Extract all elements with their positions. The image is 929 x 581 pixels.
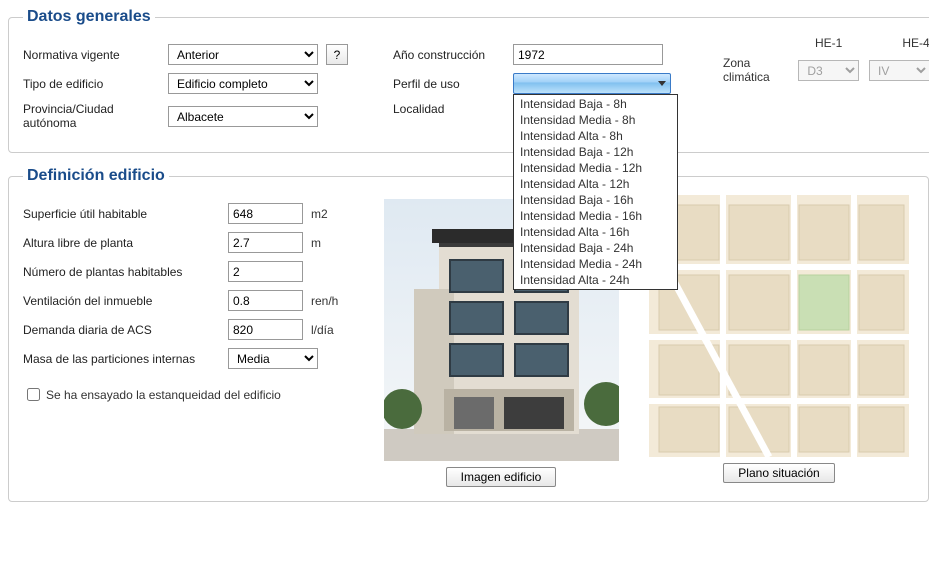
masa-select[interactable]: Media <box>228 348 318 369</box>
definicion-edificio-legend: Definición edificio <box>23 167 169 185</box>
plantas-input[interactable] <box>228 261 303 282</box>
definicion-edificio-panel: Definición edificio Superficie útil habi… <box>8 167 929 502</box>
acs-input[interactable] <box>228 319 303 340</box>
perfil-select-head[interactable] <box>513 73 671 94</box>
tipo-edificio-label: Tipo de edificio <box>23 77 168 91</box>
provincia-select[interactable]: Albacete <box>168 106 318 127</box>
perfil-option[interactable]: Intensidad Media - 12h <box>514 160 677 176</box>
perfil-option[interactable]: Intensidad Alta - 24h <box>514 272 677 288</box>
ventilacion-label: Ventilación del inmueble <box>23 294 228 308</box>
situation-map <box>649 195 909 457</box>
he1-header: HE-1 <box>815 36 842 50</box>
estanqueidad-label: Se ha ensayado la estanqueidad del edifi… <box>46 388 281 402</box>
perfil-option[interactable]: Intensidad Baja - 12h <box>514 144 677 160</box>
altura-unit: m <box>311 236 321 250</box>
perfil-select[interactable]: Intensidad Baja - 8hIntensidad Media - 8… <box>513 73 671 94</box>
normativa-help-button[interactable]: ? <box>326 44 348 65</box>
perfil-option[interactable]: Intensidad Media - 24h <box>514 256 677 272</box>
he4-header: HE-4 <box>902 36 929 50</box>
perfil-option[interactable]: Intensidad Media - 8h <box>514 112 677 128</box>
acs-label: Demanda diaria de ACS <box>23 323 228 337</box>
ano-label: Año construcción <box>393 48 513 62</box>
altura-label: Altura libre de planta <box>23 236 228 250</box>
datos-generales-panel: Datos generales Normativa vigente Anteri… <box>8 8 929 153</box>
tipo-edificio-select[interactable]: Edificio completo <box>168 73 318 94</box>
superficie-unit: m2 <box>311 207 328 221</box>
imagen-edificio-button[interactable]: Imagen edificio <box>446 467 557 487</box>
chevron-down-icon <box>658 81 666 86</box>
provincia-label: Provincia/Ciudad autónoma <box>23 102 168 130</box>
superficie-input[interactable] <box>228 203 303 224</box>
plantas-label: Número de plantas habitables <box>23 265 228 279</box>
normativa-label: Normativa vigente <box>23 48 168 62</box>
perfil-option[interactable]: Intensidad Baja - 16h <box>514 192 677 208</box>
superficie-label: Superficie útil habitable <box>23 207 228 221</box>
perfil-option[interactable]: Intensidad Alta - 8h <box>514 128 677 144</box>
altura-input[interactable] <box>228 232 303 253</box>
perfil-option[interactable]: Intensidad Baja - 24h <box>514 240 677 256</box>
plano-situacion-button[interactable]: Plano situación <box>723 463 834 483</box>
normativa-select[interactable]: Anterior <box>168 44 318 65</box>
ventilacion-unit: ren/h <box>311 294 338 308</box>
zona-he1-select: D3 <box>798 60 859 81</box>
perfil-option[interactable]: Intensidad Media - 16h <box>514 208 677 224</box>
ventilacion-input[interactable] <box>228 290 303 311</box>
perfil-label: Perfil de uso <box>393 77 513 91</box>
perfil-option[interactable]: Intensidad Baja - 8h <box>514 96 677 112</box>
masa-label: Masa de las particiones internas <box>23 352 228 366</box>
localidad-label: Localidad <box>393 102 513 116</box>
datos-generales-legend: Datos generales <box>23 8 155 26</box>
perfil-option[interactable]: Intensidad Alta - 12h <box>514 176 677 192</box>
zona-he4-select: IV <box>869 60 929 81</box>
acs-unit: l/día <box>311 323 334 337</box>
zona-label: Zona climática <box>723 56 788 84</box>
perfil-dropdown-list[interactable]: Intensidad Baja - 8hIntensidad Media - 8… <box>513 94 678 290</box>
perfil-option[interactable]: Intensidad Alta - 16h <box>514 224 677 240</box>
ano-input[interactable] <box>513 44 663 65</box>
estanqueidad-checkbox[interactable] <box>27 388 40 401</box>
